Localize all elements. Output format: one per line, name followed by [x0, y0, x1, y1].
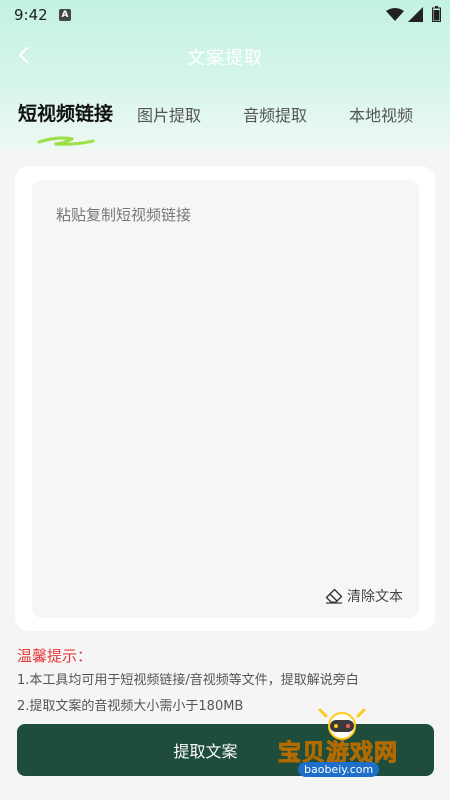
page-title: 文案提取 — [187, 48, 263, 69]
signal-icon — [408, 7, 423, 22]
extract-copy-label: 提取文案 — [173, 742, 238, 761]
tip-line-1: 1.本工具均可用于短视频链接/音视频等文件，提取解说旁白 — [17, 673, 359, 688]
wifi-icon — [386, 8, 404, 21]
app-notification-icon: A — [59, 9, 71, 21]
tips-title: 温馨提示： — [17, 647, 93, 665]
watermark-url: baobeiy.com — [298, 762, 380, 777]
battery-icon — [432, 6, 441, 22]
link-input-area: 清除文本 — [32, 180, 419, 618]
clear-text-button[interactable]: 清除文本 — [325, 586, 403, 606]
tab-image-extract[interactable]: 图片提取 — [137, 102, 201, 126]
tab-local-video[interactable]: 本地视频 — [349, 102, 413, 126]
tab-short-video-link[interactable]: 短视频链接 — [18, 99, 113, 126]
clear-text-label: 清除文本 — [347, 589, 403, 605]
status-time: 9:42 — [14, 6, 48, 24]
eraser-icon — [325, 588, 343, 604]
status-bar: 9:42 A — [0, 0, 450, 30]
tip-line-2: 2.提取文案的音视频大小需小于180MB — [17, 699, 244, 714]
link-input[interactable] — [32, 180, 419, 618]
tab-audio-extract[interactable]: 音频提取 — [243, 102, 307, 126]
active-tab-underline — [37, 136, 95, 146]
